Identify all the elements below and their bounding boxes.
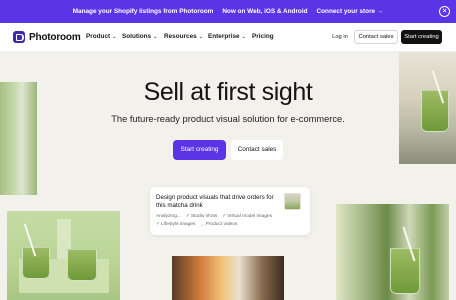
matcha-glass-image: [22, 247, 50, 279]
nav-item-solutions[interactable]: Solutions ⌄: [122, 33, 157, 40]
prompt-text: Design product visuals that drive orders…: [156, 194, 274, 209]
brand-logo[interactable]: Photoroom: [13, 31, 81, 43]
close-icon[interactable]: ×: [439, 6, 450, 17]
contact-sales-nav-button[interactable]: Contact sales: [354, 30, 398, 44]
login-button[interactable]: Log in: [326, 30, 354, 44]
task-item: ◡Product videos: [200, 222, 238, 227]
matcha-glass-image: [390, 248, 420, 294]
photoroom-logo-icon: [13, 31, 25, 43]
chevron-down-icon: ⌄: [241, 34, 246, 40]
hero-subhead: The future-ready product visual solution…: [111, 114, 345, 124]
matcha-glass-image: [67, 249, 97, 281]
banner-message: Manage your Shopify listings from Photor…: [72, 8, 214, 15]
matcha-photo-bottom-left: [7, 211, 120, 300]
check-icon: ✓: [185, 214, 190, 219]
check-icon: ✓: [156, 222, 161, 227]
chevron-down-icon: ⌄: [198, 34, 203, 40]
task-row: ✓Lifestyle images ◡Product videos: [156, 222, 237, 227]
nav-item-product[interactable]: Product ⌄: [86, 33, 116, 40]
banner-connect-link[interactable]: Connect your store →: [317, 8, 384, 15]
product-photo-bottom-center: [172, 256, 284, 300]
brand-name: Photoroom: [29, 31, 81, 43]
task-row: Analyzing... ✓Studio shots ✓Virtual mode…: [156, 214, 272, 219]
banner-platforms: Now on Web, iOS & Android: [222, 8, 308, 15]
start-creating-button[interactable]: Start creating: [173, 140, 226, 160]
start-creating-nav-button[interactable]: Start creating: [401, 30, 442, 44]
nav-item-pricing[interactable]: Pricing: [252, 33, 274, 40]
task-item: ✓Studio shots: [185, 214, 218, 219]
ai-prompt-card: Design product visuals that drive orders…: [150, 187, 310, 235]
nav-item-enterprise[interactable]: Enterprise ⌄: [208, 33, 246, 40]
check-icon: ✓: [222, 214, 227, 219]
status-text: Analyzing...: [156, 214, 181, 219]
chevron-down-icon: ⌄: [153, 34, 158, 40]
chevron-down-icon: ⌄: [112, 34, 117, 40]
announcement-banner: Manage your Shopify listings from Photor…: [0, 0, 456, 23]
task-item: ✓Lifestyle images: [156, 222, 196, 227]
hero-headline: Sell at first sight: [143, 78, 313, 106]
matcha-photo-bottom-right: [336, 204, 449, 300]
nav-item-resources[interactable]: Resources ⌄: [164, 33, 203, 40]
matcha-photo-right: [399, 52, 456, 164]
contact-sales-button[interactable]: Contact sales: [231, 140, 283, 160]
task-item: ✓Virtual model images: [222, 214, 272, 219]
product-thumbnail: [284, 193, 301, 210]
spinner-icon: ◡: [200, 222, 205, 227]
